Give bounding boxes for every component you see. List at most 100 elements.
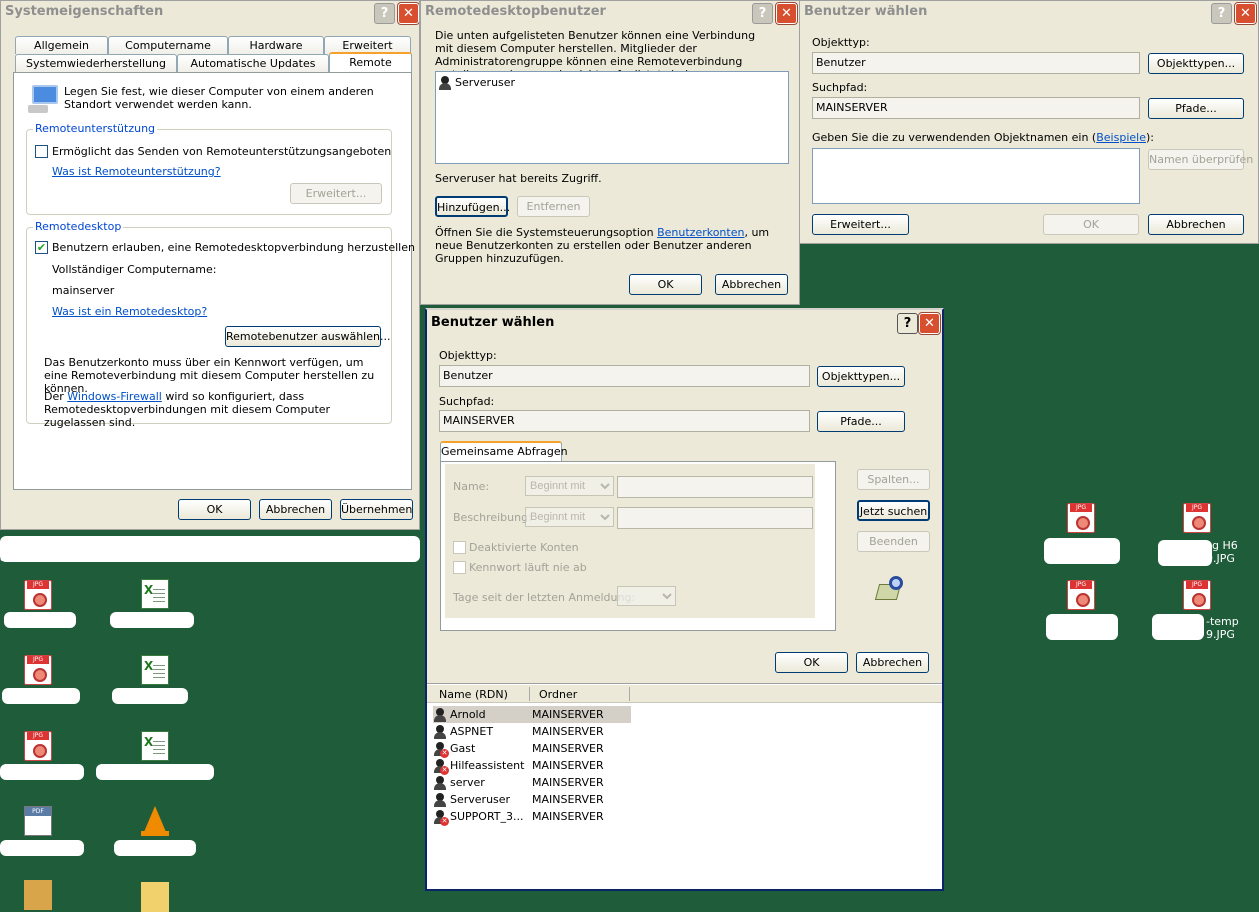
help-button[interactable]: ? — [1211, 3, 1232, 24]
help-button[interactable]: ? — [897, 313, 918, 334]
object-types-button[interactable]: Objekttypen... — [817, 366, 905, 387]
search-results-list[interactable]: Name (RDN) Ordner Arnold MAINSERVER ASPNET… — [427, 683, 942, 889]
jpg-file-icon[interactable] — [1067, 503, 1095, 533]
table-row[interactable]: ✕ Gast MAINSERVER — [433, 740, 631, 758]
description-mode-select[interactable]: Beginnt mit — [525, 507, 614, 527]
object-names-input[interactable] — [812, 148, 1140, 204]
search-path-label: Suchpfad: — [439, 395, 495, 408]
ok-button[interactable]: OK — [178, 499, 251, 520]
desktop-label-blur — [1152, 614, 1204, 640]
names-prefix: Geben Sie die zu verwendenden Objektname… — [812, 131, 1097, 144]
folder-icon[interactable] — [24, 880, 52, 910]
object-type-label: Objekttyp: — [439, 349, 497, 362]
search-path-label: Suchpfad: — [812, 81, 868, 94]
name-mode-select[interactable]: Beginnt mit — [525, 476, 614, 496]
excel-file-icon[interactable] — [141, 655, 169, 685]
close-button[interactable]: ✕ — [1234, 2, 1257, 25]
jpg-file-icon[interactable] — [1183, 503, 1211, 533]
vlc-icon[interactable] — [141, 806, 169, 836]
table-row[interactable]: Serveruser MAINSERVER — [433, 791, 631, 808]
tab-allgemein[interactable]: Allgemein — [15, 36, 108, 54]
user-icon — [433, 725, 447, 739]
allow-remote-desktop-checkbox[interactable]: ✔ — [35, 241, 48, 254]
check-names-button[interactable]: Namen überprüfen — [1148, 149, 1253, 170]
rdu-user-list[interactable]: Serveruser — [435, 71, 789, 164]
select-remote-users-button[interactable]: Remotebenutzer auswählen... — [225, 326, 390, 347]
close-button[interactable]: ✕ — [775, 2, 798, 25]
ok-button[interactable]: OK — [1043, 214, 1139, 235]
tab-computername[interactable]: Computername — [108, 36, 228, 54]
excel-shortcut-icon[interactable] — [141, 731, 169, 761]
user-icon — [433, 776, 447, 790]
object-names-label: Geben Sie die zu verwendenden Objektname… — [812, 131, 1154, 144]
cancel-button[interactable]: Abbrechen — [259, 499, 332, 520]
windows-firewall-link[interactable]: Windows-Firewall — [67, 390, 162, 403]
remote-support-checkbox[interactable] — [35, 145, 48, 158]
list-item[interactable]: Serveruser — [438, 74, 515, 91]
advanced-button[interactable]: Erweitert... — [290, 183, 382, 204]
tab-common-queries[interactable]: Gemeinsame Abfragen — [440, 441, 568, 462]
disabled-accounts-checkbox[interactable] — [453, 541, 466, 554]
cancel-button[interactable]: Abbrechen — [856, 652, 929, 673]
days-since-logon-label: Tage seit der letzten Anmeldung: — [453, 591, 636, 604]
remove-button[interactable]: Entfernen — [517, 196, 590, 217]
jpg-file-icon[interactable] — [1183, 580, 1211, 610]
jpg-file-icon[interactable] — [1067, 580, 1095, 610]
close-button[interactable]: ✕ — [397, 2, 419, 25]
window-title: Systemeigenschaften — [1, 1, 419, 23]
pdf-file-icon[interactable]: PDF — [24, 806, 52, 836]
columns-button[interactable]: Spalten... — [857, 469, 930, 490]
cancel-button[interactable]: Abbrechen — [715, 274, 788, 295]
description-input[interactable] — [617, 507, 813, 529]
remote-desktop-help-link[interactable]: Was ist ein Remotedesktop? — [52, 305, 207, 318]
jpg-file-icon[interactable] — [24, 655, 52, 685]
excel-file-icon[interactable] — [141, 579, 169, 609]
cancel-button[interactable]: Abbrechen — [1148, 214, 1244, 235]
add-button[interactable]: Hinzufügen... — [435, 196, 510, 217]
folder-icon[interactable] — [141, 882, 169, 912]
row-folder: MAINSERVER — [532, 810, 604, 823]
table-row[interactable]: ASPNET MAINSERVER — [433, 723, 631, 740]
help-button[interactable]: ? — [374, 3, 395, 24]
table-row[interactable]: ✕ SUPPORT_3... MAINSERVER — [433, 808, 631, 826]
tab-systemwiederherstellung[interactable]: Systemwiederherstellung — [15, 54, 177, 72]
stop-button[interactable]: Beenden — [857, 531, 930, 552]
tab-remote[interactable]: Remote — [329, 52, 412, 73]
days-since-logon-select[interactable] — [617, 586, 676, 606]
paths-button[interactable]: Pfade... — [1148, 98, 1244, 119]
password-never-expires-label: Kennwort läuft nie ab — [469, 561, 587, 574]
name-input[interactable] — [617, 476, 813, 498]
jpg-file-icon[interactable] — [24, 731, 52, 761]
column-header-name[interactable]: Name (RDN) — [439, 688, 508, 701]
name-label: Name: — [453, 480, 490, 493]
row-name: Hilfeassistent — [450, 759, 525, 772]
jpg-file-icon[interactable] — [24, 580, 52, 610]
remote-support-group: Remoteunterstützung Ermöglicht das Sende… — [26, 122, 392, 215]
help-button[interactable]: ? — [752, 3, 773, 24]
close-button[interactable]: ✕ — [918, 312, 941, 335]
tab-automatische-updates[interactable]: Automatische Updates — [177, 54, 329, 72]
user-accounts-link[interactable]: Benutzerkonten — [657, 226, 744, 239]
table-row[interactable]: server MAINSERVER — [433, 774, 631, 791]
object-types-button[interactable]: Objekttypen... — [1148, 53, 1244, 74]
row-folder: MAINSERVER — [532, 793, 604, 806]
ok-button[interactable]: OK — [775, 652, 848, 673]
advanced-button[interactable]: Erweitert... — [812, 214, 909, 235]
desktop-label-blur — [1158, 540, 1212, 566]
desktop-icon-label: anzenschutzmit... — [0, 551, 98, 564]
apply-button[interactable]: Übernehmen — [340, 499, 413, 520]
remote-support-help-link[interactable]: Was ist Remoteunterstützung? — [52, 165, 221, 178]
desktop-label-blur — [2, 688, 80, 704]
password-never-expires-checkbox[interactable] — [453, 561, 466, 574]
column-header-folder[interactable]: Ordner — [539, 688, 577, 701]
search-now-button[interactable]: Jetzt suchen — [857, 500, 930, 521]
paths-button[interactable]: Pfade... — [817, 411, 905, 432]
tab-hardware[interactable]: Hardware — [228, 36, 324, 54]
examples-link[interactable]: Beispiele — [1096, 131, 1146, 144]
table-row[interactable]: ✕ Hilfeassistent MAINSERVER — [433, 757, 631, 775]
table-row[interactable]: Arnold MAINSERVER — [433, 706, 631, 723]
desktop-label-blur — [0, 840, 84, 856]
ok-button[interactable]: OK — [629, 274, 702, 295]
select-users-window-background: Benutzer wählen ? ✕ Objekttyp: Benutzer … — [799, 0, 1259, 244]
object-type-field: Benutzer — [812, 52, 1140, 74]
